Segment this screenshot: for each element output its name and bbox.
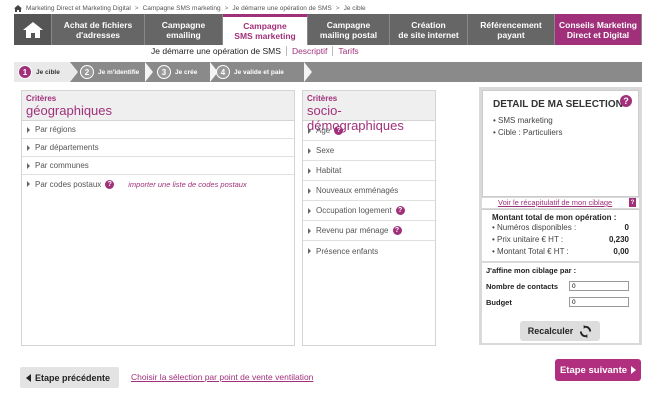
socio-item-habitat[interactable]: Habitat — [303, 161, 435, 181]
next-step-button[interactable]: Etape suivante — [555, 359, 641, 381]
tab-conseils[interactable]: Conseils Marketing Direct et Digital — [555, 14, 642, 45]
budget-input[interactable] — [569, 297, 629, 307]
montant-row: • Prix unitaire € HT :0,230 — [492, 235, 629, 244]
selection-detail: DETAIL DE MA SELECTION ? • SMS marketing… — [482, 90, 639, 197]
help-icon[interactable]: ? — [334, 126, 344, 135]
geo-item-regions[interactable]: Par régions — [22, 121, 294, 139]
step-3: 3 Je crée — [157, 62, 217, 82]
montant-box: Montant total de mon opération : • Numér… — [482, 209, 639, 261]
home-button[interactable] — [14, 14, 52, 45]
arrow-icon — [27, 181, 30, 187]
step-number: 2 — [80, 65, 94, 79]
step-4: 4 Je valide et paie — [216, 62, 306, 82]
help-icon[interactable]: ? — [629, 198, 636, 207]
main-nav: Achat de fichiers d'adresses Campagne em… — [14, 14, 642, 45]
refresh-icon — [580, 324, 592, 338]
step-number: 4 — [216, 65, 230, 79]
socio-item-sexe[interactable]: Sexe — [303, 141, 435, 161]
socio-item-emmenages[interactable]: Nouveaux emménagés — [303, 181, 435, 201]
arrow-icon — [308, 167, 311, 174]
socio-panel-title: Critères socio-démographiques — [303, 91, 435, 133]
step-label: Je crée — [175, 68, 198, 76]
help-icon[interactable]: ? — [620, 95, 632, 107]
step-label: Je m'identifie — [98, 68, 140, 76]
arrow-icon — [27, 126, 30, 133]
tab-mailing-postal[interactable]: Campagne mailing postal — [308, 14, 390, 45]
help-icon[interactable]: ? — [392, 226, 402, 235]
home-icon — [22, 21, 43, 38]
geo-criteria-panel: Critères géographiques Par régions Par d… — [21, 90, 295, 346]
ventilation-link[interactable]: ventilation — [275, 372, 313, 382]
subnav-descriptif[interactable]: Descriptif — [285, 46, 332, 56]
arrow-left-icon — [26, 373, 31, 382]
breadcrumb-item[interactable]: Marketing Direct et Marketing Digital — [26, 5, 131, 12]
geo-panel-title: Critères géographiques — [22, 91, 294, 121]
step-label: Je valide et paie — [234, 68, 284, 76]
contacts-label: Nombre de contacts — [486, 281, 559, 291]
breadcrumb: Marketing Direct et Marketing Digital > … — [14, 3, 366, 13]
breadcrumb-item[interactable]: Je démarre une opération de SMS — [232, 5, 331, 12]
tab-emailing[interactable]: Campagne emailing — [145, 14, 223, 45]
arrow-icon — [308, 207, 311, 214]
detail-line: • Cible : Particuliers — [493, 128, 563, 137]
step-chevron-icon — [145, 62, 153, 82]
socio-item-revenu[interactable]: Revenu par ménage? — [303, 221, 435, 241]
arrow-icon — [27, 144, 30, 151]
recalculer-button[interactable]: Recalculer — [520, 321, 600, 341]
help-icon[interactable]: ? — [395, 206, 405, 215]
subnav-tarifs[interactable]: Tarifs — [332, 46, 363, 56]
help-icon[interactable]: ? — [105, 179, 115, 189]
step-label: Je cible — [36, 68, 60, 76]
arrow-icon — [308, 147, 311, 154]
step-progress: 1 Je cible 2 Je m'identifie 3 Je crée 4 … — [14, 62, 642, 82]
arrow-right-icon — [631, 366, 637, 374]
montant-row: • Montant Total € HT :0,00 — [492, 247, 629, 256]
affine-title: J'affine mon ciblage par : — [486, 266, 577, 275]
home-icon[interactable] — [14, 4, 22, 12]
step-chevron-icon — [70, 62, 78, 82]
montant-row: • Numéros disponibles :0 — [492, 223, 629, 232]
arrow-icon — [308, 187, 311, 194]
tab-sms[interactable]: Campagne SMS marketing — [223, 14, 308, 45]
geo-item-codes-postaux[interactable]: Par codes postaux? importer une liste de … — [22, 175, 294, 193]
recap-link[interactable]: Voir le récapitulatif de mon ciblage ? — [482, 198, 639, 208]
choose-selection-link[interactable]: Choisir la sélection par point de vente … — [131, 372, 313, 382]
breadcrumb-item: Je cible — [343, 4, 366, 12]
selection-sidebar: DETAIL DE MA SELECTION ? • SMS marketing… — [479, 87, 642, 345]
import-codes-link[interactable]: importer une liste de codes postaux — [128, 180, 246, 189]
budget-label: Budget — [486, 297, 512, 307]
detail-title: DETAIL DE MA SELECTION — [493, 99, 623, 110]
tab-referencement[interactable]: Référencement payant — [468, 14, 555, 45]
tab-creation-site[interactable]: Création de site internet — [390, 14, 468, 45]
tab-achat-fichiers[interactable]: Achat de fichiers d'adresses — [52, 14, 145, 45]
step-2: 2 Je m'identifie — [80, 62, 152, 82]
affine-box: J'affine mon ciblage par : Nombre de con… — [482, 263, 639, 343]
breadcrumb-item[interactable]: Campagne SMS marketing — [143, 5, 221, 12]
sub-nav: Je démarre une opération de SMS Descript… — [146, 44, 364, 58]
detail-line: • SMS marketing — [493, 116, 553, 125]
step-chevron-icon — [304, 62, 312, 82]
geo-item-communes[interactable]: Par communes — [22, 157, 294, 175]
montant-title: Montant total de mon opération : — [492, 213, 617, 222]
arrow-icon — [27, 162, 30, 169]
arrow-icon — [308, 248, 311, 254]
step-1[interactable]: 1 Je cible — [14, 62, 70, 82]
arrow-icon — [308, 127, 311, 134]
previous-step-button[interactable]: Etape précédente — [20, 367, 119, 388]
socio-item-occupation[interactable]: Occupation logement? — [303, 201, 435, 221]
geo-item-departements[interactable]: Par départements — [22, 139, 294, 157]
socio-item-enfants[interactable]: Présence enfants — [303, 241, 435, 261]
socio-criteria-panel: Critères socio-démographiques Age? Sexe … — [302, 90, 436, 346]
step-number: 3 — [157, 65, 171, 79]
subnav-current: Je démarre une opération de SMS — [151, 46, 281, 56]
step-number: 1 — [18, 65, 32, 79]
contacts-input[interactable] — [569, 281, 629, 291]
arrow-icon — [308, 227, 311, 234]
